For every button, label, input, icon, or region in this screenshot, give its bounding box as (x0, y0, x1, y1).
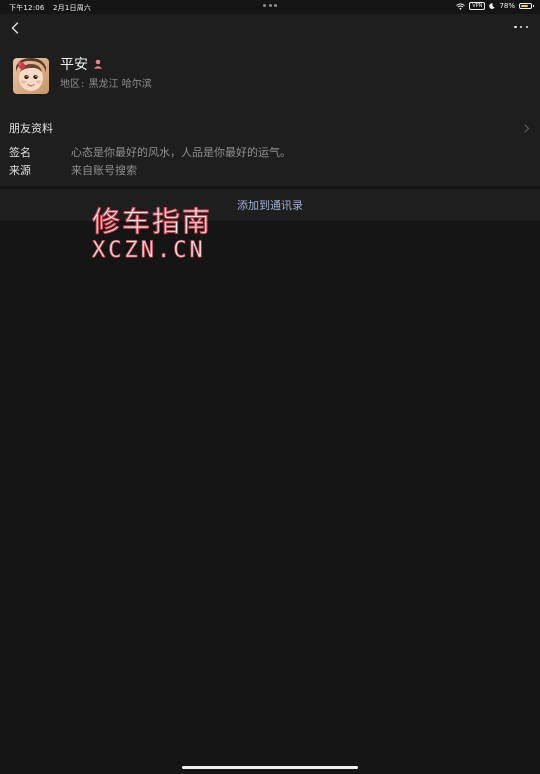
watermark-en: XCZN.CN (92, 238, 206, 264)
source-label: 来源 (9, 164, 31, 177)
status-time-date: 下午12:06 2月1日周六 (9, 3, 97, 13)
battery-icon (519, 3, 534, 9)
friend-info-row[interactable]: 朋友资料 (9, 120, 530, 136)
avatar[interactable] (13, 58, 49, 94)
signature-row: 签名 心态是你最好的风水，人品是你最好的运气。 (9, 144, 291, 160)
home-indicator[interactable] (182, 766, 358, 769)
status-date: 2月1日周六 (53, 4, 92, 12)
chevron-right-icon (524, 123, 530, 133)
friend-info-title: 朋友资料 (9, 122, 53, 135)
multitask-dots-icon[interactable] (263, 3, 277, 7)
source-row: 来源 来自账号搜索 (9, 162, 137, 178)
signature-value: 心态是你最好的风水，人品是你最好的运气。 (71, 146, 291, 159)
status-bar: 下午12:06 2月1日周六 VPN 78% (0, 0, 540, 14)
moon-icon (489, 3, 496, 9)
profile-region: 地区: 黑龙江 哈尔滨 (60, 75, 152, 90)
battery-percent: 78% (499, 2, 515, 10)
source-value: 来自账号搜索 (71, 164, 137, 177)
signature-label: 签名 (9, 146, 31, 159)
baby-avatar-icon (13, 58, 49, 94)
region-label: 地区 (60, 79, 80, 90)
chevron-left-icon (11, 22, 19, 34)
wifi-icon (456, 2, 466, 10)
vpn-badge: VPN (469, 2, 486, 10)
more-button[interactable] (514, 22, 528, 32)
status-time: 下午12:06 (9, 4, 45, 12)
female-person-icon (93, 59, 103, 69)
back-button[interactable] (8, 20, 22, 36)
add-contact-bar: 添加到通讯录 (0, 189, 540, 221)
profile-panel: 平安 地区: 黑龙江 哈尔滨 朋友资料 签名 心态是你最好的风水，人品是你最好的… (0, 14, 540, 186)
add-contact-button[interactable]: 添加到通讯录 (237, 197, 303, 213)
ellipsis-icon (514, 25, 517, 29)
profile-name: 平安 (60, 57, 88, 73)
status-indicators: VPN 78% (456, 2, 534, 10)
profile-name-row: 平安 (60, 54, 103, 74)
region-value: 黑龙江 哈尔滨 (88, 79, 152, 90)
profile-screen: 下午12:06 2月1日周六 VPN 78% 平安 地区: 黑龙江 哈尔滨 朋友… (0, 0, 540, 774)
region-separator: : (81, 79, 85, 90)
